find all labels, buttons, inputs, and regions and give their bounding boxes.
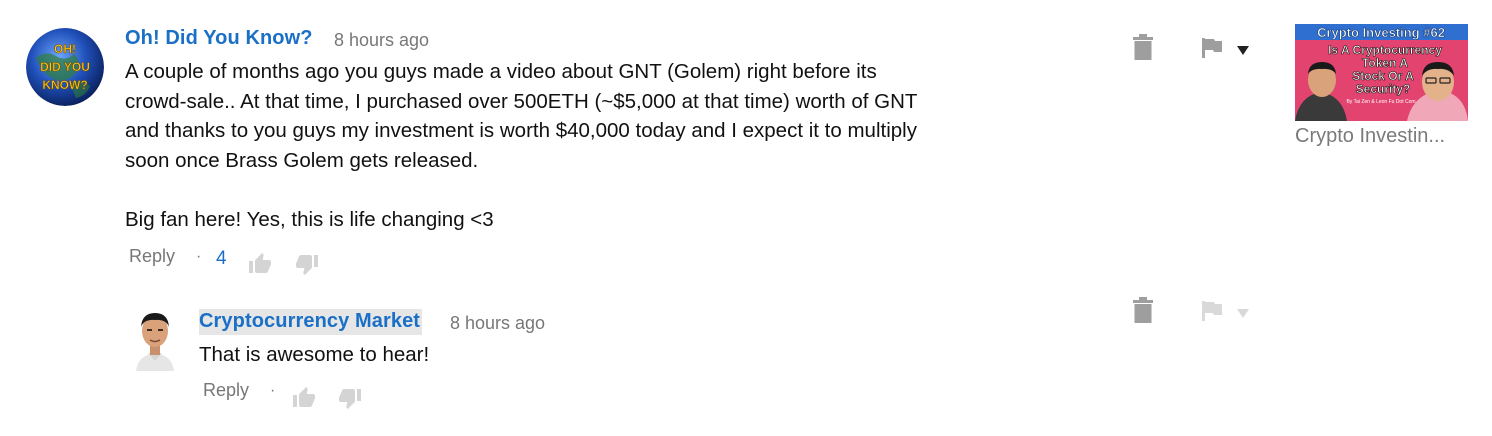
thumbs-up-icon[interactable]	[247, 252, 273, 281]
thumbs-down-icon[interactable]	[337, 386, 363, 415]
trash-icon[interactable]	[1133, 297, 1153, 328]
flag-icon[interactable]	[1201, 301, 1223, 326]
comment-body-line: soon once Brass Golem gets released.	[125, 148, 479, 172]
thumbnail-line-2: Token A	[1362, 56, 1408, 70]
thumbnail-byline: By Tai Zen & Leon Fu Dot Com	[1346, 99, 1415, 105]
separator-dot: ·	[196, 248, 202, 265]
video-thumbnail-image: Crypto Investing #62 Is A Cryptocurrency…	[1295, 24, 1468, 121]
reply-to-reply-button[interactable]: Reply	[203, 380, 249, 401]
video-thumbnail[interactable]: Crypto Investing #62 Is A Cryptocurrency…	[1295, 24, 1468, 121]
trash-icon[interactable]	[1133, 34, 1153, 65]
comment-body-line: Big fan here! Yes, this is life changing…	[125, 207, 494, 231]
thumbs-up-icon[interactable]	[291, 386, 317, 415]
comment-author[interactable]: Oh! Did You Know?	[125, 27, 313, 50]
reply-author[interactable]: Cryptocurrency Market	[199, 309, 423, 335]
reply-timestamp[interactable]: 8 hours ago	[450, 313, 545, 334]
caret-down-icon[interactable]	[1237, 306, 1249, 324]
avatar-text-line-3: KNOW?	[42, 78, 87, 92]
avatar-cryptocurrency-market[interactable]	[128, 305, 182, 371]
reply-button[interactable]: Reply	[129, 246, 175, 267]
comment-body: A couple of months ago you guys made a v…	[125, 57, 917, 234]
avatar-text-line-1: OH!	[54, 42, 76, 56]
thumbnail-line-4: Security?	[1356, 82, 1411, 96]
comment-body-line: crowd-sale.. At that time, I purchased o…	[125, 89, 918, 113]
comment-body-line	[125, 175, 917, 205]
avatar-text-line-2: DID YOU	[40, 60, 90, 74]
flag-icon[interactable]	[1201, 38, 1223, 63]
avatar-globe-image: OH! DID YOU KNOW?	[26, 28, 104, 106]
like-count: 4	[216, 248, 227, 269]
comment-body-line: A couple of months ago you guys made a v…	[125, 60, 877, 83]
video-title[interactable]: Crypto Investin...	[1295, 125, 1468, 148]
thumbs-down-icon[interactable]	[294, 252, 320, 281]
thumbnail-line-3: Stock Or A	[1352, 69, 1414, 83]
thumbnail-headline: Crypto Investing #62	[1317, 25, 1445, 40]
comment-body-line: and thanks to you guys my investment is …	[125, 119, 917, 142]
avatar-oh-did-you-know[interactable]: OH! DID YOU KNOW?	[26, 28, 104, 106]
separator-dot: ·	[270, 382, 276, 399]
reply-body: That is awesome to hear!	[199, 343, 430, 366]
comment-timestamp[interactable]: 8 hours ago	[334, 30, 429, 51]
avatar-portrait-image	[128, 305, 182, 371]
thumbnail-line-1: Is A Cryptocurrency	[1328, 43, 1442, 57]
caret-down-icon[interactable]	[1237, 43, 1249, 61]
